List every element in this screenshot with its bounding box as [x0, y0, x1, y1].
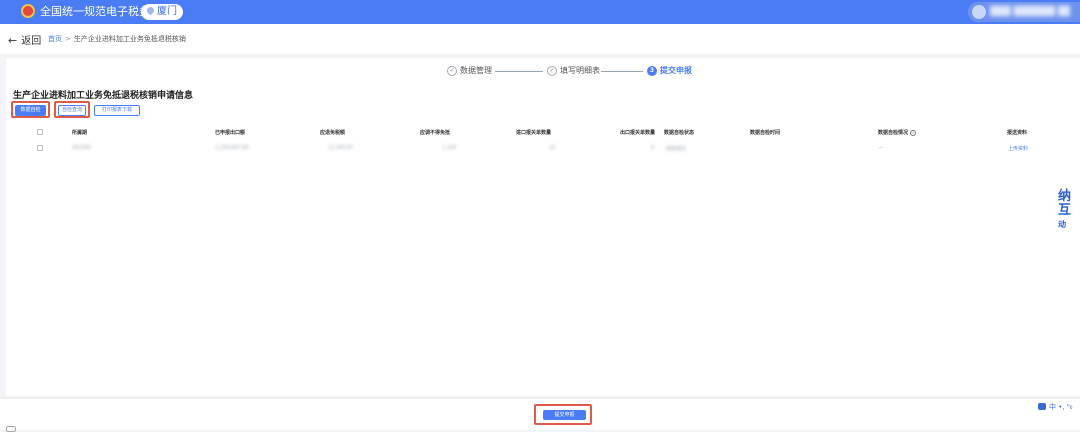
footer-bar: 提交申报	[0, 399, 1080, 430]
step-connector	[495, 71, 543, 72]
table-cell: 自检成功	[666, 146, 687, 152]
column-header-with-info: 数据自检情况 i	[878, 129, 917, 136]
check-circle-icon: ✓	[547, 65, 557, 76]
ime-lang: 中	[1049, 403, 1056, 411]
step-submit-declaration[interactable]: 3 提交申报	[647, 65, 692, 79]
step-label: 填写明细表	[560, 66, 600, 75]
column-header: 应退免税额	[320, 130, 346, 136]
breadcrumb-current: 生产企业进料加工业务免抵退税核销	[73, 35, 186, 43]
location-pin-icon	[145, 5, 156, 16]
ime-toolbar[interactable]: 中 •, ⁰₀	[1038, 402, 1080, 412]
table-header: 所属期 已申报出口额 应退免税额 应调不得免抵 进口报关单数量 出口报关单数量 …	[6, 125, 1080, 139]
table-cell: 8	[651, 145, 655, 151]
print-download-button[interactable]: 打印报表下载	[94, 105, 140, 116]
select-all-checkbox[interactable]	[37, 129, 43, 135]
table-cell: 12,345.67	[328, 145, 354, 151]
tax-emblem-icon	[21, 4, 35, 18]
column-header: 数据自检时间	[750, 130, 781, 136]
column-header: 数据自检情况	[878, 130, 909, 136]
ime-symbols: •, ⁰₀	[1058, 403, 1073, 411]
column-header: 报送资料	[1007, 130, 1028, 136]
upload-materials-link[interactable]: 上传资料	[1008, 145, 1028, 152]
avatar	[972, 5, 986, 19]
step-label: 提交申报	[660, 66, 692, 75]
top-bar: 全国统一规范电子税务局 厦门 ███ ██████ ████	[0, 0, 1080, 24]
step-number-icon: 3	[647, 65, 657, 76]
table-cell: --	[879, 145, 883, 151]
back-label: 返回	[21, 36, 42, 47]
region-selector[interactable]: 厦门	[141, 4, 183, 20]
column-header: 进口报关单数量	[516, 130, 552, 136]
back-arrow-icon: ←	[8, 34, 18, 47]
table-cell: 202306	[72, 145, 92, 151]
column-header: 已申报出口额	[215, 130, 246, 136]
column-header: 出口报关单数量	[620, 130, 656, 136]
breadcrumb: 首页 > 生产企业进料加工业务免抵退税核销	[48, 34, 186, 44]
data-check-button[interactable]: 数据自检	[15, 105, 46, 116]
section-title: 生产企业进料加工业务免抵退税核销申请信息	[13, 91, 194, 101]
float-tab-char: 互	[1058, 203, 1072, 218]
table-cell: 1,234,567.89	[215, 145, 249, 151]
info-icon[interactable]: i	[910, 130, 917, 136]
check-circle-icon: ✓	[447, 65, 457, 76]
floating-interaction-tab[interactable]: 纳 互 动	[1058, 190, 1080, 250]
table-cell: 16	[549, 145, 556, 151]
column-header: 数据自检状态	[664, 130, 695, 136]
row-checkbox[interactable]	[37, 145, 43, 151]
step-label: 数据管理	[460, 66, 492, 75]
user-name: ███ ██████ ████	[990, 7, 1070, 17]
step-data-management[interactable]: ✓ 数据管理	[447, 65, 492, 79]
column-header: 应调不得免抵	[420, 130, 451, 136]
step-fill-detail[interactable]: ✓ 填写明细表	[547, 65, 600, 79]
float-tab-char: 纳	[1058, 189, 1072, 204]
breadcrumb-bar: ← 返回 首页 > 生产企业进料加工业务免抵退税核销	[0, 24, 1080, 54]
table-cell: 1,234	[442, 145, 457, 151]
check-query-button[interactable]: 自检查询	[58, 105, 86, 116]
breadcrumb-separator: >	[65, 35, 71, 43]
user-menu[interactable]: ███ ██████ ████	[968, 2, 1080, 22]
main-panel: ✓ 数据管理 ✓ 填写明细表 3 提交申报 生产企业进料加工业务免抵退税核销申请信息 …	[6, 58, 1080, 396]
breadcrumb-home[interactable]: 首页	[48, 35, 62, 43]
step-connector	[601, 71, 643, 72]
float-tab-char: 动	[1058, 220, 1066, 229]
submit-declaration-button[interactable]: 提交申报	[543, 410, 586, 420]
column-header: 所属期	[72, 130, 88, 136]
back-button[interactable]: ← 返回	[8, 32, 41, 47]
ime-logo-icon	[1038, 403, 1046, 410]
table-row[interactable]: 202306 1,234,567.89 12,345.67 1,234 16 8…	[6, 141, 1080, 155]
region-label: 厦门	[157, 6, 177, 17]
corner-widget	[6, 426, 16, 432]
